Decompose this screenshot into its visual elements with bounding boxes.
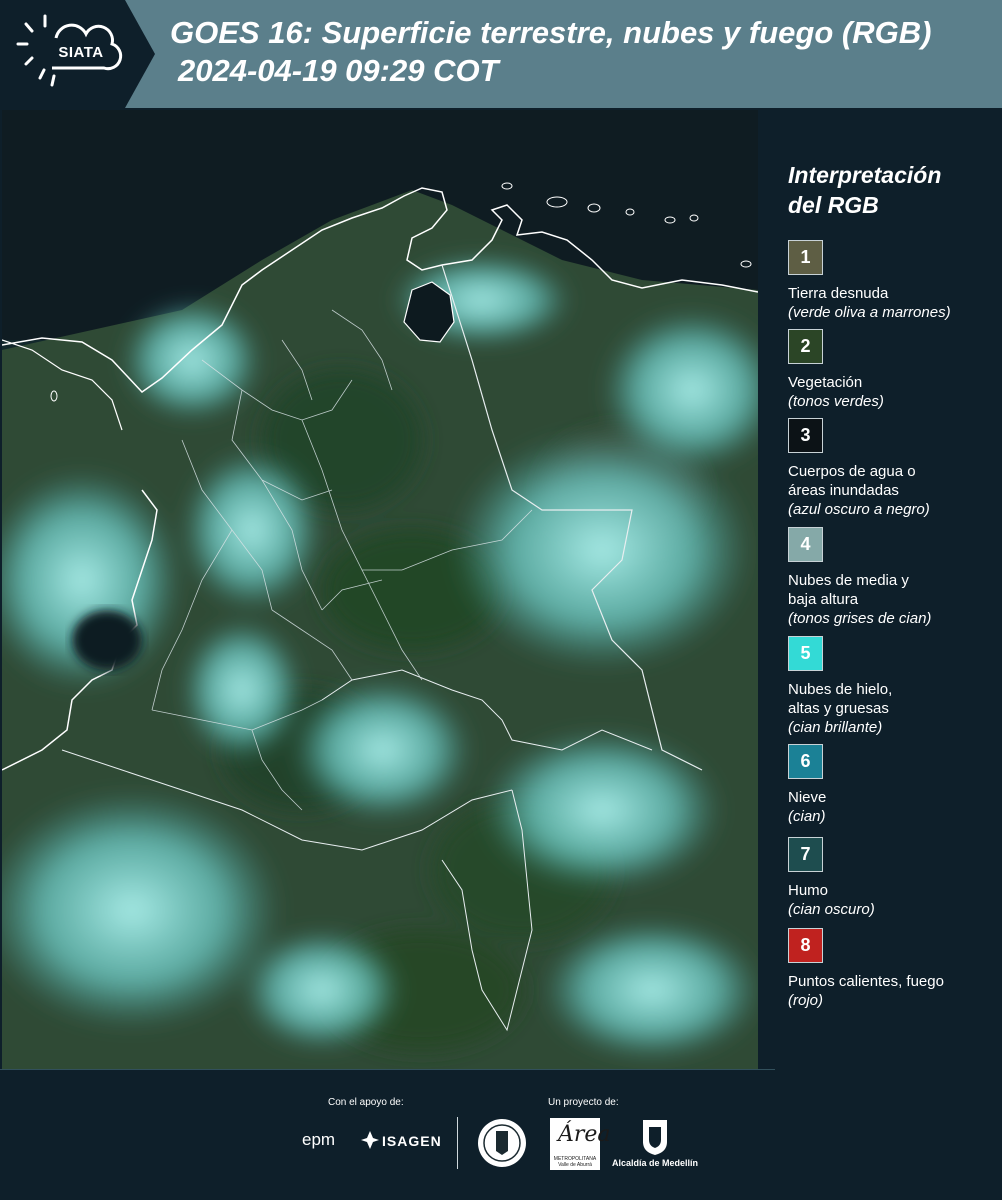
page-title: GOES 16: Superficie terrestre, nubes y f… xyxy=(170,14,1000,90)
legend-item-fire: 8 Puntos calientes, fuego (rojo) xyxy=(788,928,988,1010)
medellin-shield-icon xyxy=(643,1120,667,1155)
title-line-1: GOES 16: Superficie terrestre, nubes y f… xyxy=(170,15,932,50)
legend-swatch: 3 xyxy=(788,418,823,453)
legend-label: Cuerpos de agua o áreas inundadas xyxy=(788,463,916,499)
satellite-map xyxy=(2,110,758,1069)
university-seal-icon xyxy=(478,1119,526,1167)
legend-swatch: 8 xyxy=(788,928,823,963)
legend-number: 4 xyxy=(800,534,811,554)
legend-label: Humo xyxy=(788,882,829,899)
legend-label: Tierra desnuda xyxy=(788,285,889,302)
legend-title: Interpretación del RGB xyxy=(788,162,942,218)
support-label: Con el apoyo de: xyxy=(328,1097,404,1108)
epm-logo: epm xyxy=(302,1130,336,1149)
satellite-image xyxy=(2,110,758,1069)
legend-note: (cian) xyxy=(788,808,826,825)
legend-note: (cian oscuro) xyxy=(788,901,875,918)
legend-label: Puntos calientes, fuego xyxy=(788,973,944,990)
legend-note: (cian brillante) xyxy=(788,719,883,736)
footer-vertical-divider xyxy=(457,1117,458,1169)
legend-swatch: 2 xyxy=(788,329,823,364)
area-logo-text: Área xyxy=(558,1122,611,1147)
isagen-logo: ISAGEN xyxy=(382,1133,442,1149)
legend-label: Vegetación xyxy=(788,374,863,391)
logo-text: SIATA xyxy=(58,44,104,61)
legend-swatch: 4 xyxy=(788,527,823,562)
legend-item-snow: 6 Nieve (cian) xyxy=(788,744,988,837)
area-metropolitana-logo: Área METROPOLITANA Valle de Aburrá xyxy=(550,1118,611,1170)
legend-number: 2 xyxy=(800,336,811,356)
legend-swatch: 5 xyxy=(788,636,823,671)
legend-item-smoke: 7 Humo (cian oscuro) xyxy=(788,837,988,928)
legend-number: 1 xyxy=(800,247,811,267)
legend-note: (verde oliva a marrones) xyxy=(788,304,951,321)
legend-item-water: 3 Cuerpos de agua o áreas inundadas (azu… xyxy=(788,418,988,527)
legend-note: (rojo) xyxy=(788,992,824,1009)
legend-note: (azul oscuro a negro) xyxy=(788,501,930,518)
medellin-label: Alcaldía de Medellín xyxy=(612,1158,699,1168)
rgb-legend: Interpretación del RGB 1 Tierra desnuda … xyxy=(788,160,988,1010)
legend-item-vegetation: 2 Vegetación (tonos verdes) xyxy=(788,329,988,418)
legend-number: 5 xyxy=(800,643,811,663)
legend-item-ice-clouds: 5 Nubes de hielo, altas y gruesas (cian … xyxy=(788,636,988,744)
legend-number: 6 xyxy=(800,751,811,771)
legend-number: 8 xyxy=(800,935,811,955)
legend-swatch: 1 xyxy=(788,240,823,275)
legend-note: (tonos verdes) xyxy=(788,393,884,410)
legend-label: Nubes de media y baja altura xyxy=(788,572,909,608)
legend-number: 3 xyxy=(800,425,811,445)
legend-label: Nieve xyxy=(788,789,827,806)
legend-swatch: 6 xyxy=(788,744,823,779)
isagen-mark-icon xyxy=(361,1131,379,1149)
legend-number: 7 xyxy=(800,844,811,864)
pacific-dark-water xyxy=(72,610,142,670)
title-line-2: 2024-04-19 09:29 COT xyxy=(178,53,499,88)
footer-divider-line xyxy=(0,1069,775,1070)
siata-logo: SIATA xyxy=(0,0,155,108)
area-logo-subtext: METROPOLITANA Valle de Aburrá xyxy=(553,1156,597,1168)
legend-item-bare-soil: 1 Tierra desnuda (verde oliva a marrones… xyxy=(788,240,988,329)
legend-swatch: 7 xyxy=(788,837,823,872)
legend-note: (tonos grises de cian) xyxy=(788,610,932,627)
project-label: Un proyecto de: xyxy=(548,1097,619,1108)
legend-label: Nubes de hielo, altas y gruesas xyxy=(788,681,893,717)
legend-item-mid-low-clouds: 4 Nubes de media y baja altura (tonos gr… xyxy=(788,527,988,636)
header-bar: SIATA GOES 16: Superficie terrestre, nub… xyxy=(0,0,1002,108)
